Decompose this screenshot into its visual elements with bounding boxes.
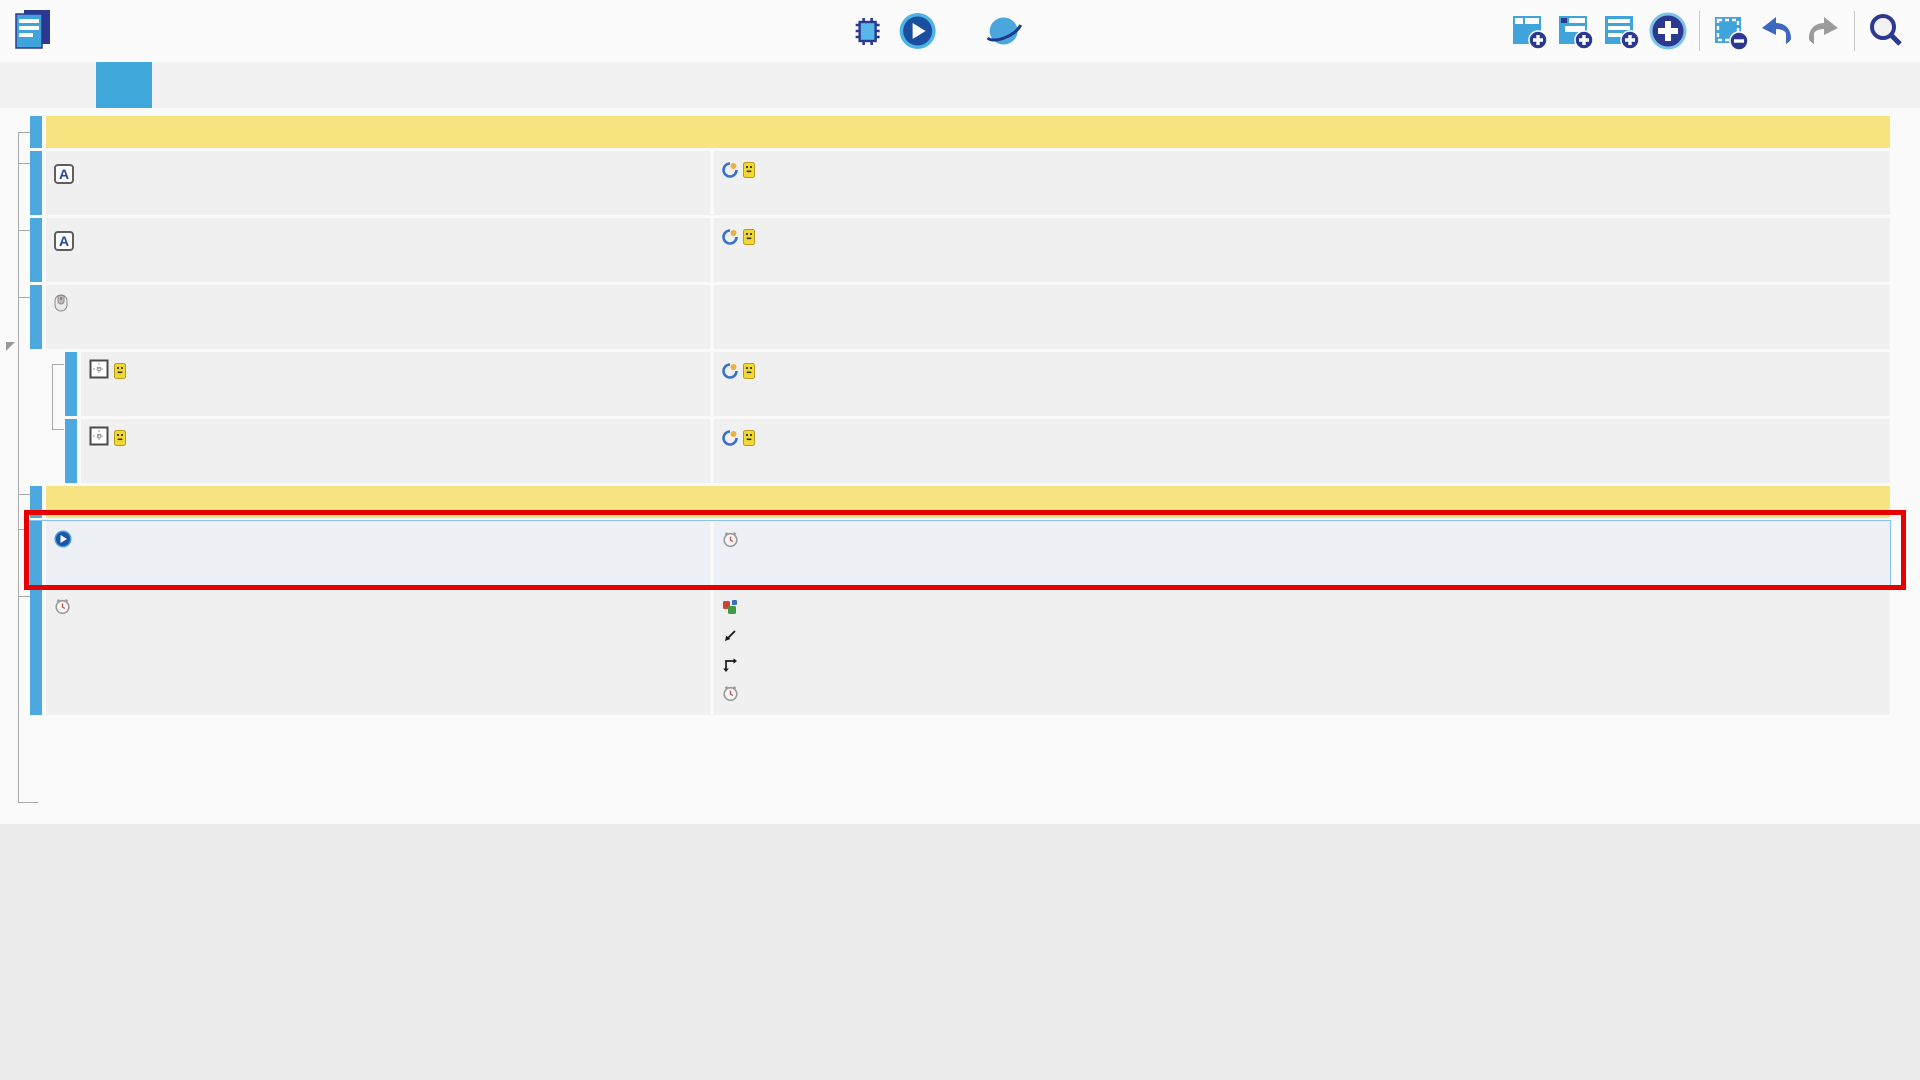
event-bar (30, 588, 42, 715)
tree-tick (18, 297, 30, 298)
force-icon (722, 360, 738, 386)
mouse-icon (54, 293, 68, 319)
tab-level1-events[interactable] (96, 62, 152, 108)
event-bar (30, 116, 42, 148)
group-row-monster[interactable] (30, 116, 1890, 148)
group-title[interactable] (46, 116, 1890, 148)
subtree-tick (52, 364, 64, 365)
timer-icon (722, 529, 739, 555)
conditions-cell[interactable]: A (46, 218, 710, 282)
conditions-cell[interactable] (81, 419, 710, 483)
event-row-touch-mouse[interactable] (30, 285, 1890, 349)
event-bar (30, 486, 42, 518)
position-icon (89, 359, 109, 386)
group-title[interactable] (46, 486, 1890, 518)
play-circle-icon (54, 529, 72, 555)
tree-line (18, 132, 19, 802)
debug-icon[interactable] (848, 9, 888, 53)
subevent-row-xpos-gt[interactable] (65, 352, 1890, 416)
search-icon[interactable] (1866, 9, 1906, 53)
actions-cell[interactable] (714, 521, 1890, 585)
monster-object-icon (114, 360, 126, 386)
monster-object-icon (743, 360, 755, 386)
actions-cell[interactable] (714, 151, 1890, 215)
position-icon (89, 426, 109, 453)
conditions-cell[interactable] (81, 352, 710, 416)
subtree-tick (52, 429, 64, 430)
keyboard-icon: A (54, 164, 74, 184)
event-row-timer[interactable] (30, 588, 1890, 715)
force-icon (722, 226, 738, 252)
tree-tick (18, 494, 30, 495)
add-subevent-icon[interactable] (1556, 9, 1596, 53)
toolbar-separator (1854, 11, 1855, 51)
gdevelop-window: A A (0, 0, 1920, 1080)
create-object-icon (722, 596, 738, 622)
toolbar-separator (1699, 11, 1700, 51)
monster-object-icon (743, 159, 755, 185)
event-row-right-key[interactable]: A (30, 218, 1890, 282)
scale-icon (722, 654, 738, 680)
actions-cell[interactable] (714, 352, 1890, 416)
subtree-line (52, 364, 53, 430)
tab-home[interactable] (0, 62, 40, 108)
collapse-arrow-icon[interactable] (6, 342, 15, 351)
event-bar (65, 419, 77, 483)
delete-event-icon[interactable] (1711, 9, 1751, 53)
event-bar (30, 285, 42, 349)
event-bar (30, 521, 42, 585)
conditions-cell[interactable] (46, 521, 710, 585)
tab-bar (0, 62, 1920, 108)
event-row-scene-begin[interactable] (30, 521, 1890, 585)
publish-globe-icon[interactable] (984, 9, 1024, 53)
play-preview-icon[interactable] (898, 9, 938, 53)
force-icon (722, 427, 738, 453)
timer-icon (54, 596, 71, 622)
monster-object-icon (114, 427, 126, 453)
monster-object-icon (743, 226, 755, 252)
add-comment-icon[interactable] (1602, 9, 1642, 53)
actions-cell[interactable] (714, 419, 1890, 483)
conditions-cell[interactable]: A (46, 151, 710, 215)
timer-icon (722, 683, 739, 709)
monster-object-icon (743, 427, 755, 453)
tree-tick (18, 230, 30, 231)
actions-cell[interactable] (714, 588, 1890, 715)
force-icon (722, 159, 738, 185)
redo-icon[interactable] (1803, 9, 1843, 53)
event-row-left-key[interactable]: A (30, 151, 1890, 215)
add-event-icon[interactable] (1510, 9, 1550, 53)
actions-cell[interactable] (714, 218, 1890, 282)
subevent-row-xpos-lt[interactable] (65, 419, 1890, 483)
group-row-shapes[interactable] (30, 486, 1890, 518)
tree-tick (18, 132, 30, 133)
tree-elbow (18, 802, 38, 803)
conditions-cell[interactable] (46, 285, 710, 349)
keyboard-icon: A (54, 231, 74, 251)
conditions-cell[interactable] (46, 588, 710, 715)
actions-cell[interactable] (714, 285, 1890, 349)
event-bar (30, 151, 42, 215)
event-bar (30, 218, 42, 282)
event-bar (65, 352, 77, 416)
tree-tick (18, 163, 30, 164)
main-toolbar (0, 0, 1920, 62)
tree-tick (18, 596, 30, 597)
angle-icon (722, 625, 738, 651)
events-sheet: A A (0, 108, 1920, 824)
tree-tick (18, 529, 30, 530)
tab-level1[interactable] (40, 62, 96, 108)
undo-icon[interactable] (1757, 9, 1797, 53)
add-circle-icon[interactable] (1648, 9, 1688, 53)
app-logo-icon[interactable] (10, 6, 54, 59)
